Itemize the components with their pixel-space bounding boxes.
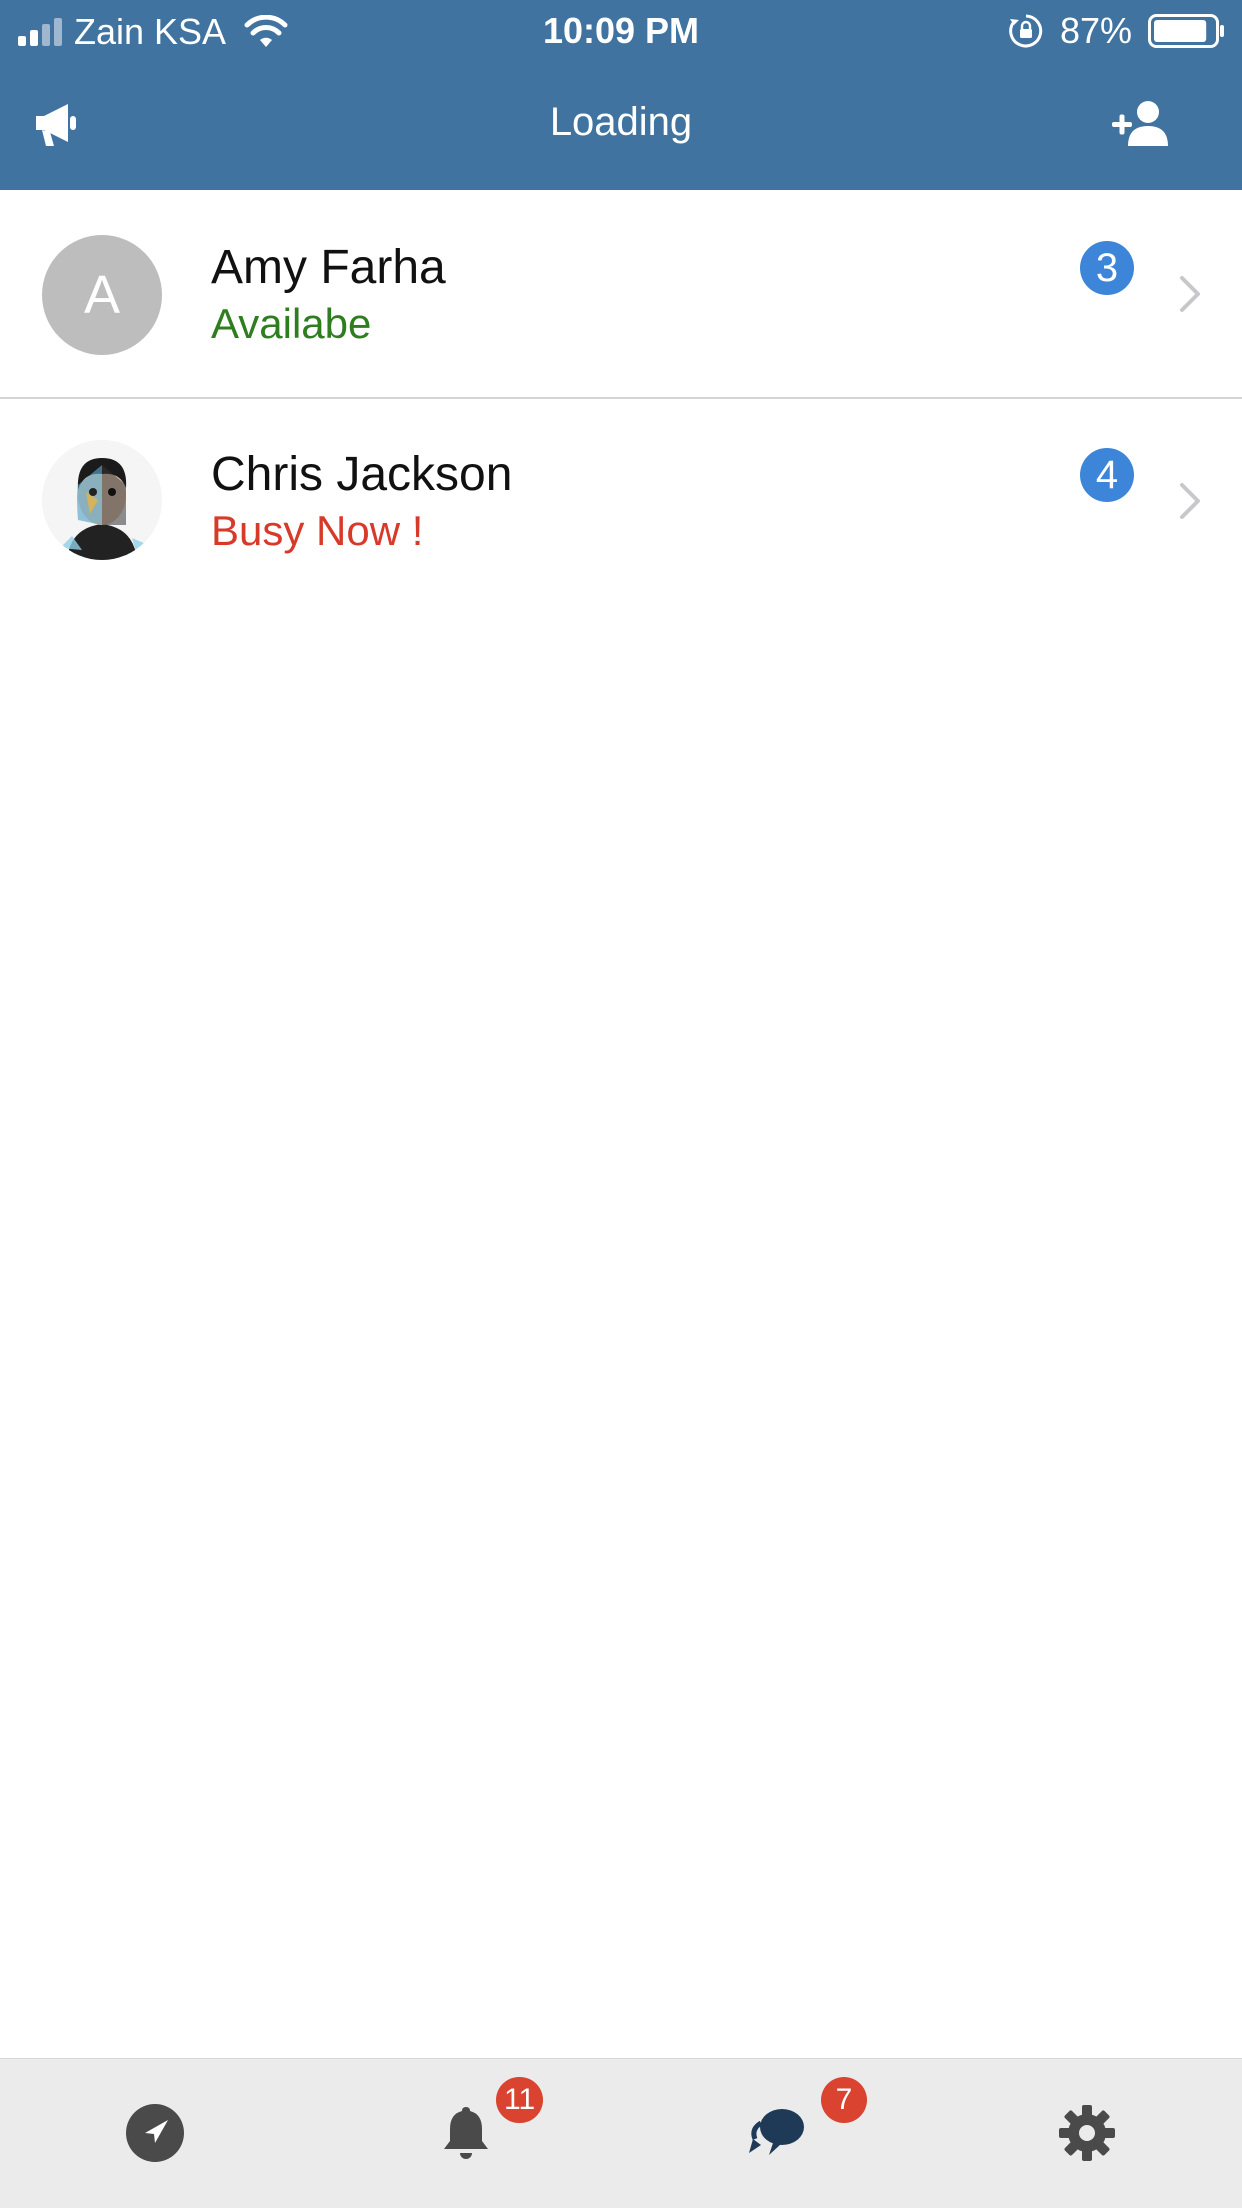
unread-count-badge: 4 <box>1080 448 1134 502</box>
chevron-right-icon <box>1180 483 1200 519</box>
contact-status: Busy Now ! <box>211 507 424 554</box>
header: Zain KSA 10:09 PM 87% Loading <box>0 0 1242 190</box>
contact-status: Availabe <box>211 300 372 347</box>
contact-list: A Amy Farha Availabe 3 Chris Jackson Bus… <box>0 192 1242 602</box>
status-bar: Zain KSA 10:09 PM 87% <box>0 0 1242 62</box>
contact-name: Chris Jackson <box>211 448 513 501</box>
tab-location[interactable] <box>95 2059 215 2208</box>
chevron-right-icon <box>1180 276 1200 312</box>
tab-chats[interactable]: 7 <box>717 2059 867 2208</box>
add-user-icon[interactable] <box>1110 96 1172 152</box>
rotation-lock-icon <box>1009 14 1043 48</box>
status-right: 87% <box>1008 10 1226 52</box>
tab-settings[interactable] <box>1027 2059 1147 2208</box>
unread-count-badge: 3 <box>1080 241 1134 295</box>
tab-bar: 11 7 <box>0 2058 1242 2208</box>
bell-icon <box>444 2107 488 2159</box>
contact-row-amy[interactable]: A Amy Farha Availabe 3 <box>0 192 1242 397</box>
contact-row-chris[interactable]: Chris Jackson Busy Now ! 4 <box>0 397 1242 602</box>
avatar <box>42 440 162 560</box>
avatar-photo <box>42 440 162 560</box>
navigation-bar: Loading <box>0 62 1242 190</box>
contact-name: Amy Farha <box>211 241 446 294</box>
app-screen: Zain KSA 10:09 PM 87% Loading A Amy Farh… <box>0 0 1242 2208</box>
notification-badge: 11 <box>496 2077 544 2123</box>
page-title: Loading <box>549 100 693 144</box>
gear-icon <box>1059 2105 1115 2161</box>
battery-percentage: 87% <box>1059 10 1132 51</box>
location-arrow-icon <box>126 2104 184 2162</box>
avatar: A <box>42 235 162 355</box>
battery-icon <box>1148 14 1224 48</box>
tab-notifications[interactable]: 11 <box>406 2059 544 2208</box>
chat-bubbles-icon <box>749 2109 804 2155</box>
chat-badge: 7 <box>821 2077 867 2123</box>
